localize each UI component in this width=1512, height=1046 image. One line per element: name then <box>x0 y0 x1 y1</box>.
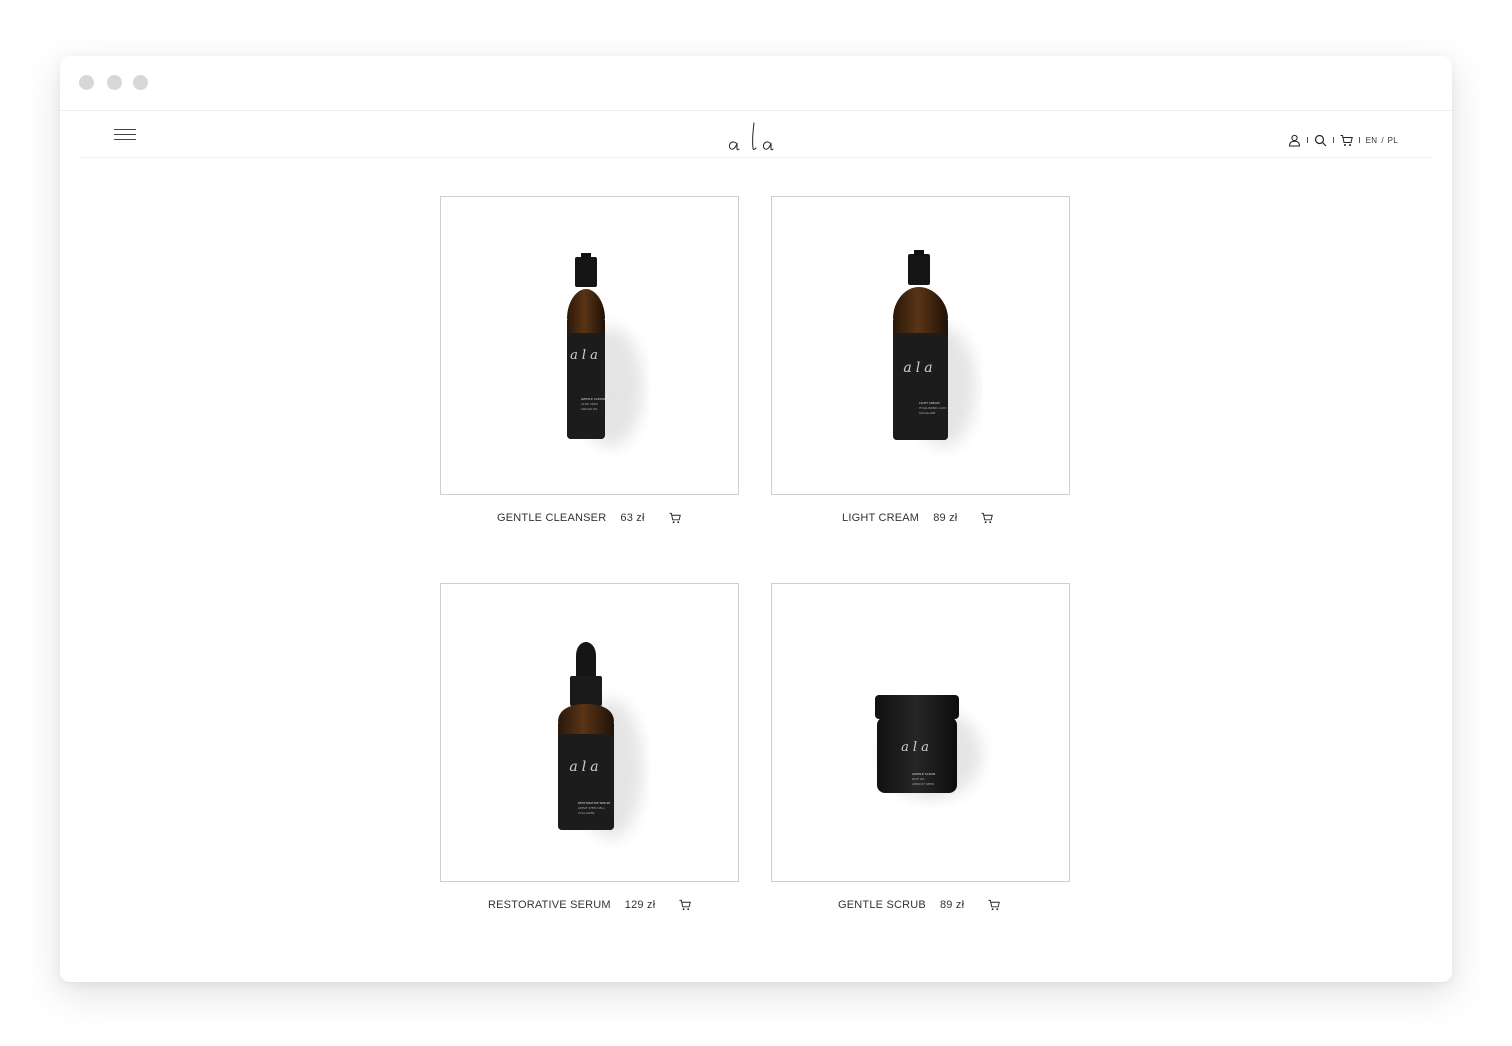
lang-pl-link[interactable]: PL <box>1388 136 1398 145</box>
svg-text:APPLE STEM CELL: APPLE STEM CELL <box>578 806 605 810</box>
product-caption: GENTLE CLEANSER 63 zł <box>497 508 681 528</box>
menu-icon[interactable] <box>114 129 136 143</box>
svg-text:GENTLE SCRUB: GENTLE SCRUB <box>912 772 935 776</box>
product-caption: RESTORATIVE SERUM 129 zł <box>488 895 692 915</box>
product-card-light-cream[interactable]: ala LIGHT CREAM HYALURONIC ACID SQUALANE <box>771 196 1070 495</box>
window-close-button[interactable] <box>79 75 94 90</box>
svg-text:ala: ala <box>570 348 602 363</box>
divider <box>1358 137 1360 143</box>
product-name[interactable]: LIGHT CREAM <box>842 512 919 524</box>
product-price: 129 zł <box>624 899 656 911</box>
lang-separator: / <box>1381 135 1384 145</box>
divider <box>1306 137 1308 143</box>
window-minimize-button[interactable] <box>107 75 122 90</box>
svg-text:RESTORATIVE SERUM: RESTORATIVE SERUM <box>578 801 611 805</box>
browser-titlebar <box>60 56 1452 111</box>
divider <box>1332 137 1334 143</box>
product-card-gentle-scrub[interactable]: ala GENTLE SCRUB RICE OIL APRICOT SEED <box>771 583 1070 882</box>
svg-text:APRICOT SEED: APRICOT SEED <box>912 782 935 786</box>
browser-window: EN / PL ala GENTLE CLEANSER ALOE VERA AR… <box>60 56 1452 982</box>
svg-text:HYALURONIC ACID: HYALURONIC ACID <box>919 406 947 410</box>
product-price: 63 zł <box>620 512 645 524</box>
svg-text:ala: ala <box>901 740 933 755</box>
window-maximize-button[interactable] <box>133 75 148 90</box>
site-header: EN / PL <box>80 111 1432 158</box>
add-to-cart-icon[interactable] <box>669 512 681 524</box>
brand-logo[interactable] <box>726 115 786 155</box>
svg-text:COLLAGEN: COLLAGEN <box>578 811 594 815</box>
search-icon[interactable] <box>1314 134 1327 147</box>
header-utilities: EN / PL <box>1288 133 1398 147</box>
product-name[interactable]: RESTORATIVE SERUM <box>488 899 611 911</box>
product-price: 89 zł <box>933 512 958 524</box>
product-price: 89 zł <box>939 899 965 911</box>
cart-icon[interactable] <box>1340 134 1353 147</box>
product-card-restorative-serum[interactable]: ala RESTORATIVE SERUM APPLE STEM CELL CO… <box>440 583 739 882</box>
svg-text:LIGHT CREAM: LIGHT CREAM <box>919 401 940 405</box>
svg-text:ARGAN OIL: ARGAN OIL <box>581 407 598 411</box>
product-image-pump-bottle: ala GENTLE CLEANSER ALOE VERA ARGAN OIL <box>567 253 643 447</box>
product-name[interactable]: GENTLE CLEANSER <box>497 512 606 524</box>
svg-text:ala: ala <box>569 759 602 775</box>
svg-text:ALOE VERA: ALOE VERA <box>581 402 599 406</box>
svg-text:ala: ala <box>903 360 936 376</box>
product-image-dropper-bottle: ala RESTORATIVE SERUM APPLE STEM CELL CO… <box>558 642 643 839</box>
add-to-cart-icon[interactable] <box>679 899 692 911</box>
svg-text:GENTLE CLEANSER: GENTLE CLEANSER <box>581 397 610 401</box>
lang-en-link[interactable]: EN <box>1366 136 1378 145</box>
product-caption: GENTLE SCRUB 89 zł <box>838 895 1001 915</box>
add-to-cart-icon[interactable] <box>988 899 1001 911</box>
product-caption: LIGHT CREAM 89 zł <box>842 508 994 528</box>
add-to-cart-icon[interactable] <box>981 512 994 524</box>
product-name[interactable]: GENTLE SCRUB <box>838 899 926 911</box>
user-icon[interactable] <box>1288 134 1301 147</box>
product-card-gentle-cleanser[interactable]: ala GENTLE CLEANSER ALOE VERA ARGAN OIL <box>440 196 739 495</box>
svg-text:RICE OIL: RICE OIL <box>912 777 925 781</box>
product-image-jar: ala GENTLE SCRUB RICE OIL APRICOT SEED <box>875 695 982 799</box>
product-image-pump-bottle: ala LIGHT CREAM HYALURONIC ACID SQUALANE <box>893 250 976 447</box>
svg-text:SQUALANE: SQUALANE <box>919 411 936 415</box>
